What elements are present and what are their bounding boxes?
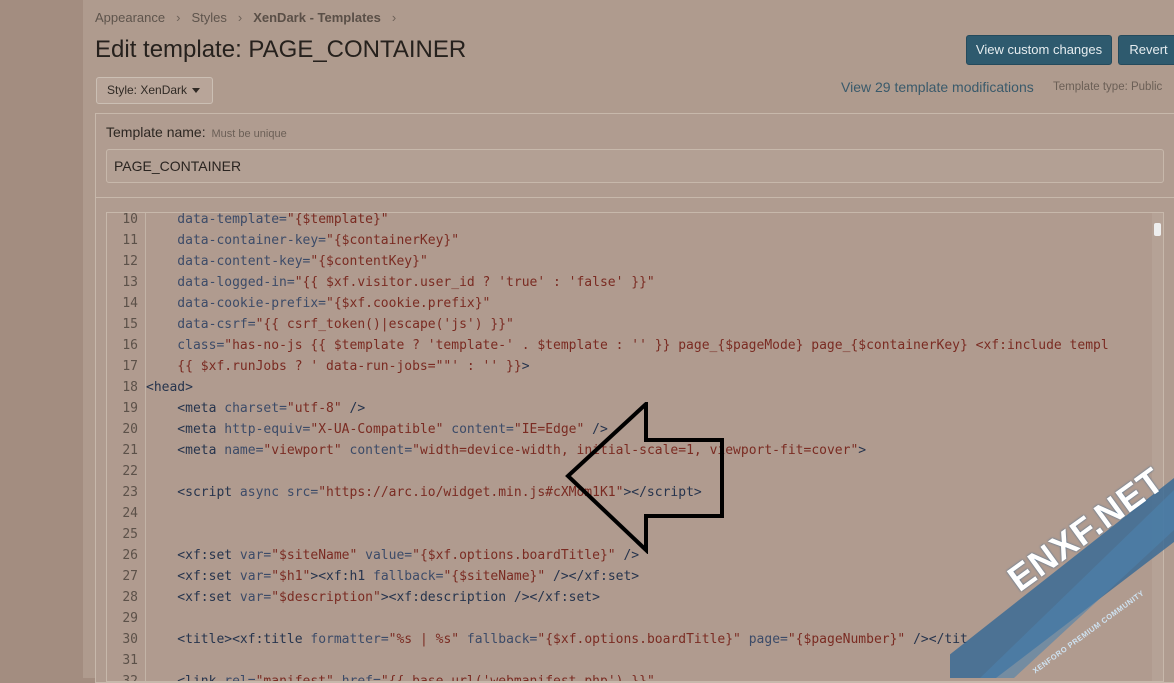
scrollbar-thumb[interactable] — [1154, 223, 1161, 236]
code-text: <title><xf:title formatter="%s | %s" fal… — [146, 632, 968, 647]
line-number: 16 — [122, 338, 138, 353]
line-number: 27 — [122, 569, 138, 584]
view-custom-changes-button[interactable]: View custom changes — [966, 35, 1112, 65]
code-text: data-container-key="{$containerKey}" — [146, 233, 460, 248]
code-text: <head> — [146, 380, 193, 395]
breadcrumb-separator-icon: › — [391, 10, 397, 25]
code-text: <meta http-equiv="X-UA-Compatible" conte… — [146, 422, 608, 437]
template-modifications-link[interactable]: View 29 template modifications — [841, 79, 1034, 95]
code-text: data-logged-in="{{ $xf.visitor.user_id ?… — [146, 275, 655, 290]
code-text: data-cookie-prefix="{$xf.cookie.prefix}" — [146, 296, 491, 311]
line-number: 15 — [122, 317, 138, 332]
breadcrumb-separator-icon: › — [176, 10, 181, 25]
code-text: <xf:set var="$description"><xf:descripti… — [146, 590, 600, 605]
line-number: 19 — [122, 401, 138, 416]
template-name-label-text: Template name: — [106, 124, 206, 140]
code-text: {{ $xf.runJobs ? ' data-run-jobs=""' : '… — [146, 359, 530, 374]
template-name-label: Template name: Must be unique — [106, 124, 287, 140]
line-number: 26 — [122, 548, 138, 563]
line-number: 13 — [122, 275, 138, 290]
line-number: 20 — [122, 422, 138, 437]
line-number: 32 — [122, 674, 138, 682]
breadcrumb-styles[interactable]: Styles — [191, 10, 226, 25]
line-number: 29 — [122, 611, 138, 626]
caret-down-icon — [192, 88, 201, 94]
code-text: data-content-key="{$contentKey}" — [146, 254, 428, 269]
line-number: 23 — [122, 485, 138, 500]
code-text: <link rel="manifest" href="{{ base_url('… — [146, 674, 655, 682]
breadcrumb-templates[interactable]: XenDark - Templates — [253, 10, 381, 25]
line-number: 30 — [122, 632, 138, 647]
breadcrumb-separator-icon: › — [237, 10, 243, 25]
line-number: 25 — [122, 527, 138, 542]
revert-button[interactable]: Revert — [1118, 35, 1174, 65]
line-number: 12 — [122, 254, 138, 269]
code-text: class="has-no-js {{ $template ? 'templat… — [146, 338, 1109, 353]
line-number: 31 — [122, 653, 138, 668]
line-number: 28 — [122, 590, 138, 605]
breadcrumb-appearance[interactable]: Appearance — [95, 10, 165, 25]
code-text: <xf:set var="$h1"><xf:h1 fallback="{$sit… — [146, 569, 640, 584]
breadcrumb: Appearance › Styles › XenDark - Template… — [95, 10, 407, 25]
code-text: <meta name="viewport" content="width=dev… — [146, 443, 867, 458]
code-text: data-csrf="{{ csrf_token()|escape('js') … — [146, 317, 514, 332]
template-type: Template type: Public — [1053, 81, 1163, 93]
line-number: 17 — [122, 359, 138, 374]
code-text: data-template="{$template}" — [146, 212, 389, 227]
line-number: 24 — [122, 506, 138, 521]
line-number: 10 — [122, 212, 138, 227]
line-number: 18 — [122, 380, 138, 395]
template-name-hint: Must be unique — [211, 128, 287, 140]
style-chooser-button[interactable]: Style: XenDark — [96, 77, 213, 104]
template-name-input[interactable]: PAGE_CONTAINER — [106, 149, 1164, 183]
code-text: <meta charset="utf-8" /> — [146, 401, 366, 416]
left-arrow-overlay-icon — [565, 402, 724, 554]
line-number: 21 — [122, 443, 138, 458]
panel-divider — [96, 197, 1174, 198]
line-number: 11 — [122, 233, 138, 248]
line-number: 14 — [122, 296, 138, 311]
page-title: Edit template: PAGE_CONTAINER — [95, 36, 467, 63]
line-number: 22 — [122, 464, 138, 479]
style-chooser-label: Style: XenDark — [107, 83, 188, 97]
